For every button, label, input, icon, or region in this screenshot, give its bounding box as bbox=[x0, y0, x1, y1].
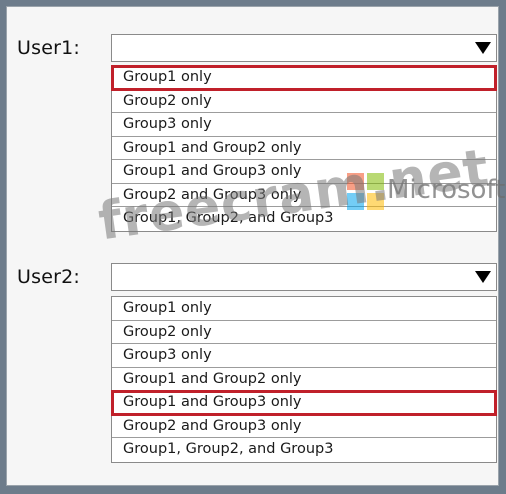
user2-option[interactable]: Group1 and Group3 only bbox=[111, 390, 497, 416]
user2-option[interactable]: Group2 only bbox=[112, 321, 496, 344]
user2-label: User2: bbox=[17, 266, 80, 288]
user1-option[interactable]: Group2 and Group3 only bbox=[112, 184, 496, 207]
user1-option[interactable]: Group3 only bbox=[112, 113, 496, 137]
user2-option[interactable]: Group1 only bbox=[112, 297, 496, 321]
user1-option[interactable]: Group1, Group2, and Group3 bbox=[112, 207, 496, 231]
user2-option[interactable]: Group1, Group2, and Group3 bbox=[112, 438, 496, 462]
answer-area-panel: User1: Group1 only Group2 only Group3 only… bbox=[6, 6, 505, 486]
user1-options-list: Group1 only Group2 only Group3 only Group1 … bbox=[111, 65, 497, 232]
user1-dropdown[interactable] bbox=[111, 34, 497, 62]
user2-option[interactable]: Group1 and Group2 only bbox=[112, 368, 496, 391]
user2-options-list: Group1 only Group2 only Group3 only Group1 … bbox=[111, 296, 497, 463]
user2-option[interactable]: Group2 and Group3 only bbox=[112, 415, 496, 438]
user1-option[interactable]: Group1 and Group3 only bbox=[112, 160, 496, 184]
user1-option[interactable]: Group2 only bbox=[112, 90, 496, 113]
chevron-down-icon[interactable] bbox=[475, 42, 491, 54]
user1-option[interactable]: Group1 and Group2 only bbox=[112, 137, 496, 160]
user1-label: User1: bbox=[17, 37, 80, 59]
user2-dropdown[interactable] bbox=[111, 263, 497, 291]
user1-option[interactable]: Group1 only bbox=[111, 65, 497, 91]
user2-option[interactable]: Group3 only bbox=[112, 344, 496, 368]
chevron-down-icon[interactable] bbox=[475, 271, 491, 283]
